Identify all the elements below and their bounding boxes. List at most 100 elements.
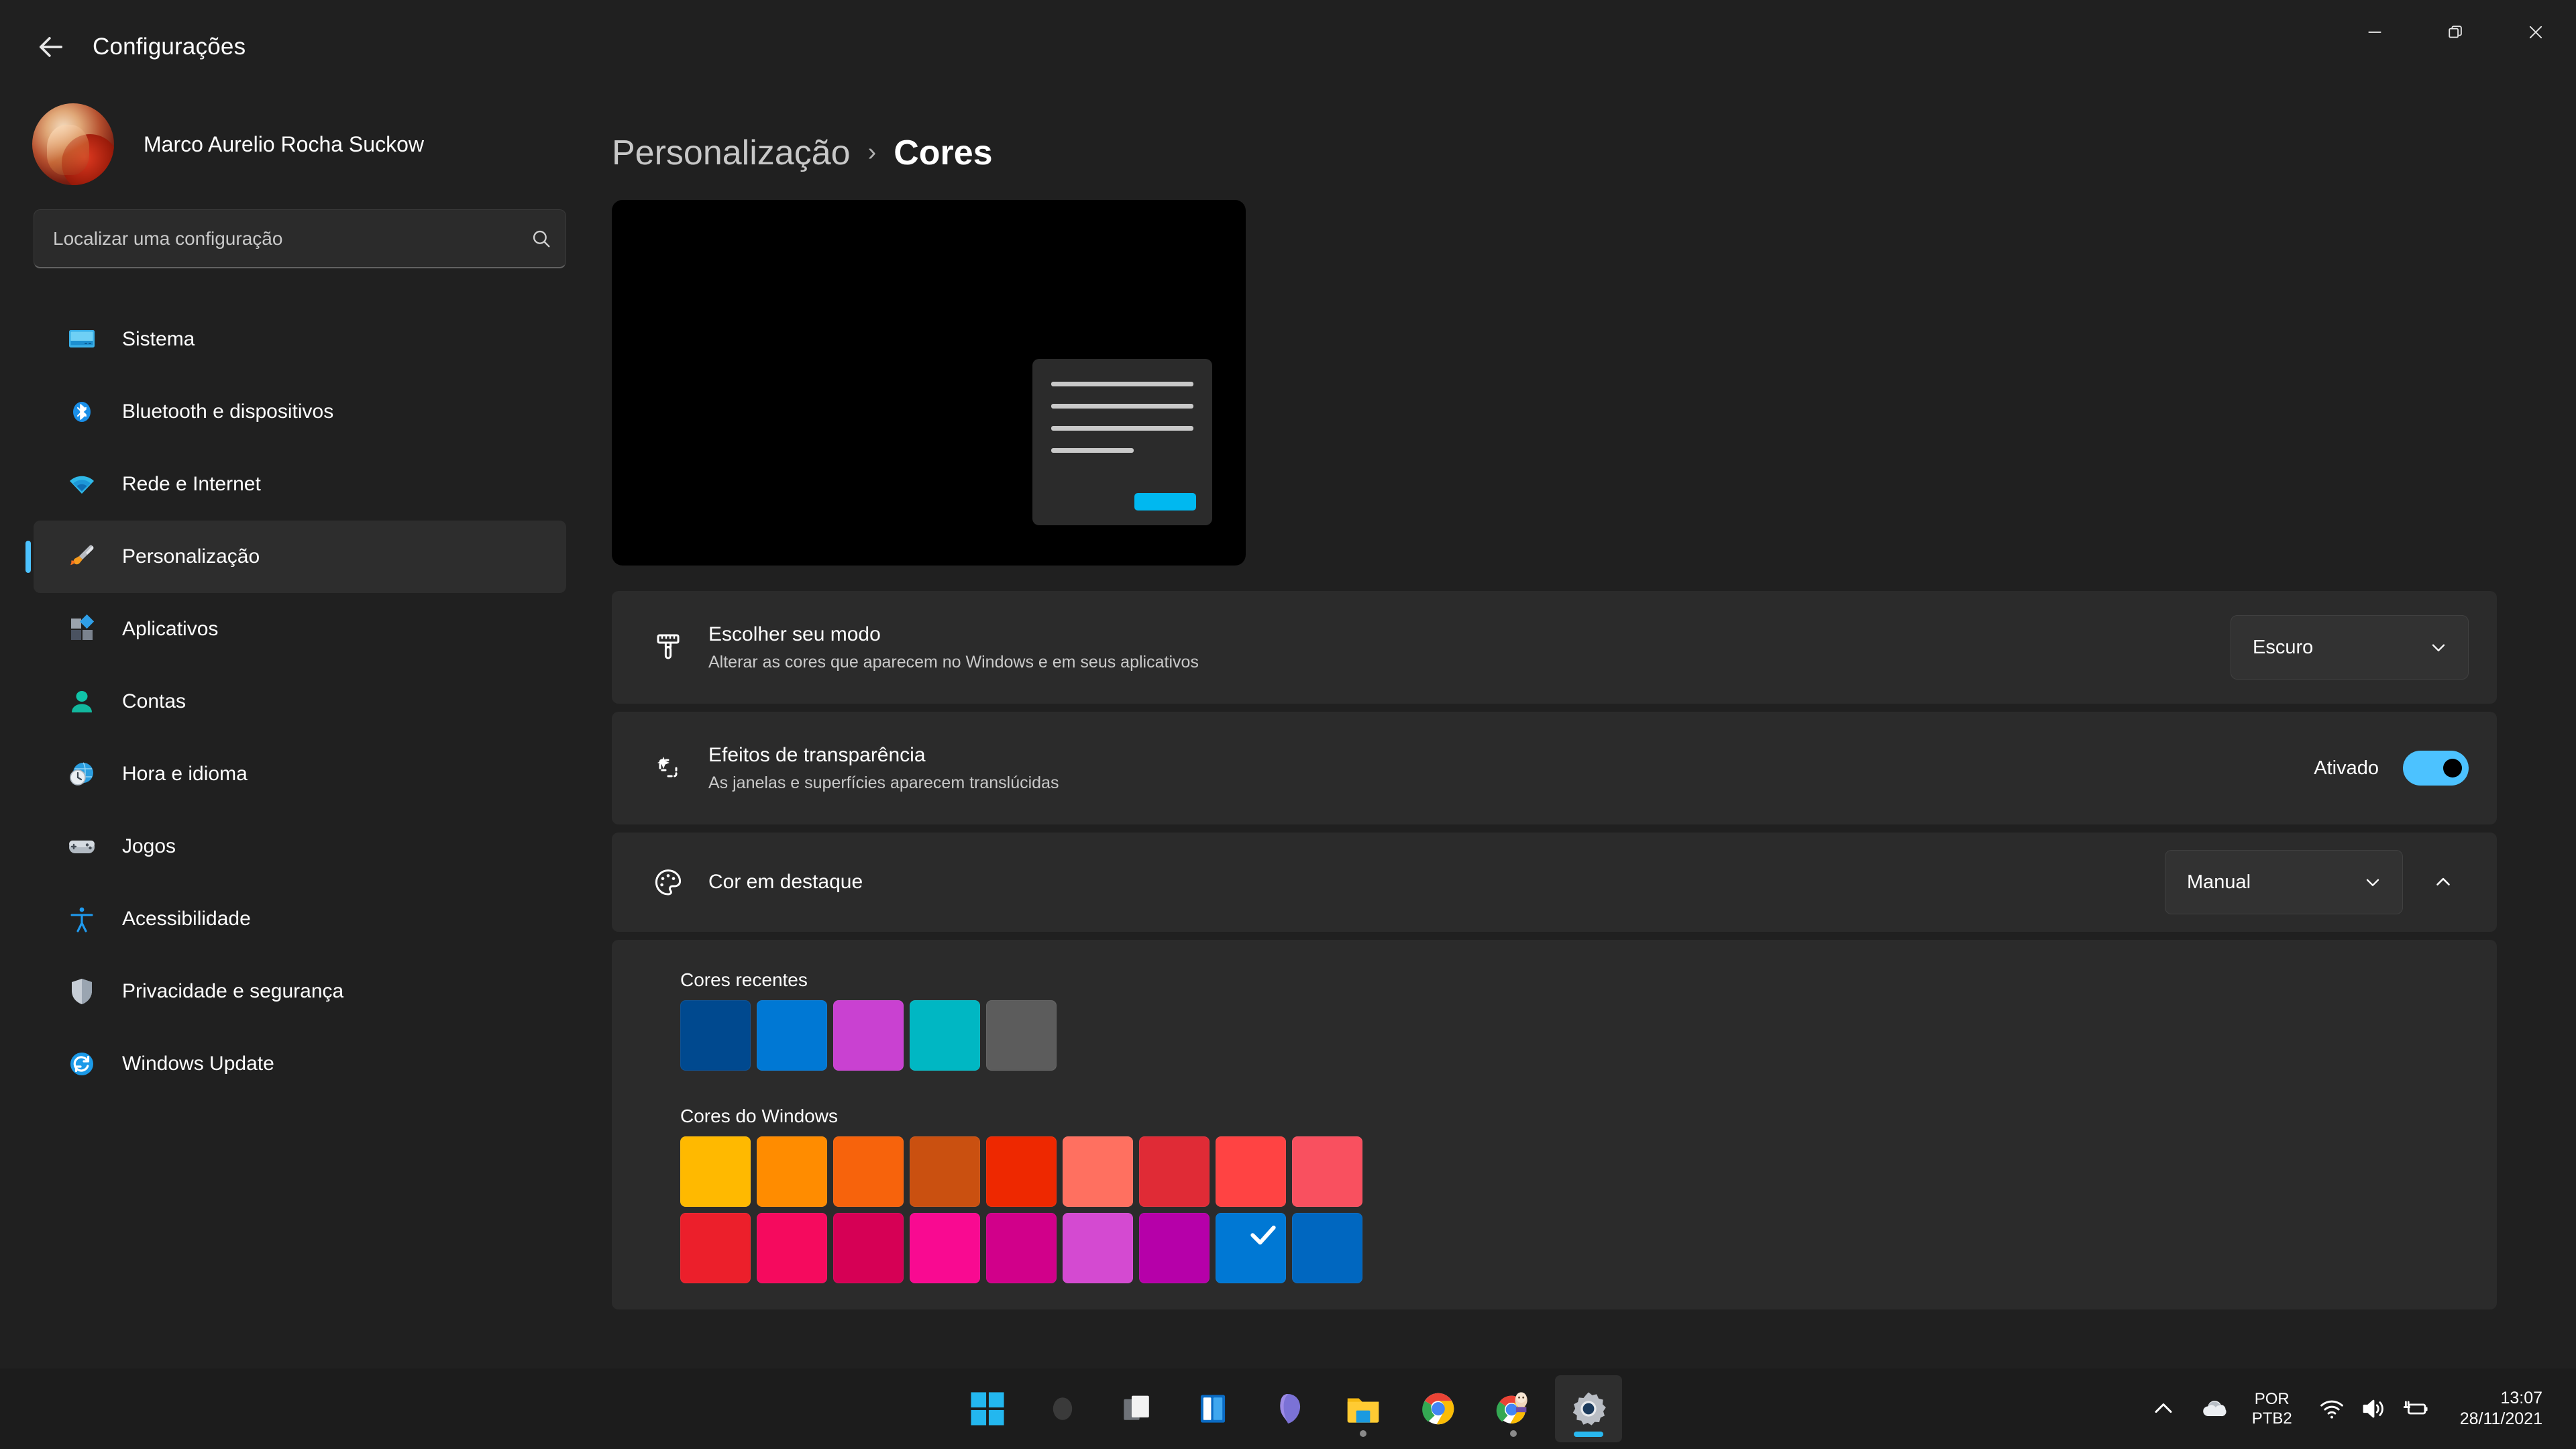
restore-icon — [2449, 25, 2462, 38]
windows-color-swatch[interactable] — [986, 1213, 1057, 1283]
windows-color-swatch[interactable] — [833, 1213, 904, 1283]
mode-dropdown[interactable]: Escuro — [2231, 615, 2469, 680]
windows-color-swatch[interactable] — [1139, 1136, 1210, 1207]
back-button[interactable] — [19, 15, 83, 79]
windows-color-swatch[interactable] — [1292, 1136, 1362, 1207]
window-controls — [2334, 0, 2576, 64]
color-preview — [612, 200, 1246, 566]
windows-colors-label: Cores do Windows — [680, 1106, 838, 1126]
recent-color-swatch[interactable] — [680, 1000, 751, 1071]
sidebar-item-aplicativos[interactable]: Aplicativos — [34, 593, 566, 665]
taskbar-settings-button[interactable] — [1555, 1375, 1622, 1442]
windows-color-swatch[interactable] — [986, 1136, 1057, 1207]
transparency-toggle[interactable] — [2403, 751, 2469, 786]
preview-line — [1051, 448, 1134, 453]
palette-icon — [640, 866, 696, 898]
recent-colors-row — [680, 1000, 2469, 1071]
sidebar-item-acessibilidade[interactable]: Acessibilidade — [34, 883, 566, 955]
taskbar-chat-button[interactable] — [1254, 1375, 1322, 1442]
tray-overflow-button[interactable] — [2138, 1377, 2189, 1441]
sidebar-nav: Sistema Bluetooth e dispositivos Rede e … — [0, 303, 604, 1100]
update-icon — [63, 1045, 101, 1083]
tray-quick-settings-button[interactable] — [2304, 1395, 2443, 1423]
sidebar-item-sistema[interactable]: Sistema — [34, 303, 566, 376]
taskbar-widgets-button[interactable] — [1179, 1375, 1246, 1442]
sidebar-item-label: Bluetooth e dispositivos — [122, 400, 334, 423]
teams-chat-icon — [1280, 1394, 1301, 1424]
sidebar-item-hora[interactable]: Hora e idioma — [34, 738, 566, 810]
taskbar-search-button[interactable] — [1029, 1375, 1096, 1442]
recent-color-swatch[interactable] — [833, 1000, 904, 1071]
breadcrumb-separator: › — [867, 138, 877, 166]
sidebar-item-contas[interactable]: Contas — [34, 665, 566, 738]
system-tray: POR PTB2 13:07 28/11/2021 — [2138, 1368, 2576, 1449]
row-text: Escolher seu modo Alterar as cores que a… — [696, 623, 2231, 672]
windows-color-swatch[interactable] — [1063, 1213, 1133, 1283]
sidebar-item-label: Privacidade e segurança — [122, 980, 344, 1002]
chevron-down-icon — [2428, 637, 2449, 658]
accent-expander-button[interactable] — [2418, 857, 2469, 908]
row-cor-destaque[interactable]: Cor em destaque Manual — [612, 833, 2497, 932]
close-button[interactable] — [2496, 0, 2576, 64]
monitor-icon — [63, 321, 101, 358]
chevron-up-icon — [2155, 1403, 2172, 1413]
taskbar-chrome-profile-button[interactable] — [1480, 1375, 1547, 1442]
sidebar-item-bluetooth[interactable]: Bluetooth e dispositivos — [34, 376, 566, 448]
sidebar-item-jogos[interactable]: Jogos — [34, 810, 566, 883]
taskbar-start-button[interactable] — [954, 1375, 1021, 1442]
main-content: Personalização › Cores Escolher seu modo… — [604, 94, 2576, 1368]
minimize-button[interactable] — [2334, 0, 2415, 64]
sidebar-item-privacidade[interactable]: Privacidade e segurança — [34, 955, 566, 1028]
tray-clock[interactable]: 13:07 28/11/2021 — [2443, 1388, 2552, 1430]
windows-color-swatch[interactable] — [1216, 1213, 1286, 1283]
search-box[interactable] — [34, 209, 566, 268]
breadcrumb-parent[interactable]: Personalização — [612, 133, 851, 173]
battery-charging-icon — [2403, 1401, 2428, 1415]
windows-color-swatch[interactable] — [680, 1136, 751, 1207]
recent-color-swatch[interactable] — [986, 1000, 1057, 1071]
row-escolher-modo[interactable]: Escolher seu modo Alterar as cores que a… — [612, 591, 2497, 704]
windows-color-swatch[interactable] — [1063, 1136, 1133, 1207]
search-icon — [533, 230, 550, 248]
active-indicator — [1574, 1432, 1603, 1437]
windows-color-swatch[interactable] — [757, 1213, 827, 1283]
windows-color-swatch[interactable] — [910, 1213, 980, 1283]
widgets-icon — [1200, 1395, 1226, 1423]
windows-color-swatch[interactable] — [1139, 1213, 1210, 1283]
taskbar-task-view-button[interactable] — [1104, 1375, 1171, 1442]
accent-mode-value: Manual — [2187, 871, 2251, 893]
sidebar-item-label: Acessibilidade — [122, 908, 251, 930]
folder-icon — [1347, 1398, 1379, 1423]
recent-color-swatch[interactable] — [757, 1000, 827, 1071]
language-line-2: PTB2 — [2251, 1409, 2292, 1428]
running-indicator — [1510, 1430, 1517, 1437]
windows-color-swatch[interactable] — [833, 1136, 904, 1207]
windows-color-swatch[interactable] — [680, 1213, 751, 1283]
recent-colors-label: Cores recentes — [680, 969, 808, 990]
row-transparencia[interactable]: Efeitos de transparência As janelas e su… — [612, 712, 2497, 824]
windows-color-swatch[interactable] — [910, 1136, 980, 1207]
search-input[interactable] — [34, 227, 517, 250]
sidebar-item-rede[interactable]: Rede e Internet — [34, 448, 566, 521]
minimize-icon — [2368, 32, 2381, 33]
search-circle-icon — [1053, 1397, 1073, 1420]
transparency-icon — [640, 752, 696, 784]
sidebar-item-label: Aplicativos — [122, 618, 219, 640]
sidebar-item-windows-update[interactable]: Windows Update — [34, 1028, 566, 1100]
windows-color-swatch[interactable] — [1216, 1136, 1286, 1207]
recent-color-swatch[interactable] — [910, 1000, 980, 1071]
search-button[interactable] — [517, 227, 566, 250]
windows-color-swatch[interactable] — [1292, 1213, 1362, 1283]
tray-language-button[interactable]: POR PTB2 — [2240, 1389, 2304, 1429]
maximize-button[interactable] — [2415, 0, 2496, 64]
taskbar-file-explorer-button[interactable] — [1330, 1375, 1397, 1442]
windows-color-swatch[interactable] — [757, 1136, 827, 1207]
taskbar-chrome-button[interactable] — [1405, 1375, 1472, 1442]
sidebar-item-personalizacao[interactable]: Personalização — [34, 521, 566, 593]
windows-colors-grid — [680, 1136, 2469, 1283]
gear-icon — [1572, 1392, 1606, 1426]
tray-onedrive-button[interactable] — [2189, 1377, 2240, 1441]
accent-mode-dropdown[interactable]: Manual — [2165, 850, 2403, 914]
user-profile[interactable]: Marco Aurelio Rocha Suckow — [0, 94, 604, 195]
preview-accent-button — [1134, 493, 1196, 511]
